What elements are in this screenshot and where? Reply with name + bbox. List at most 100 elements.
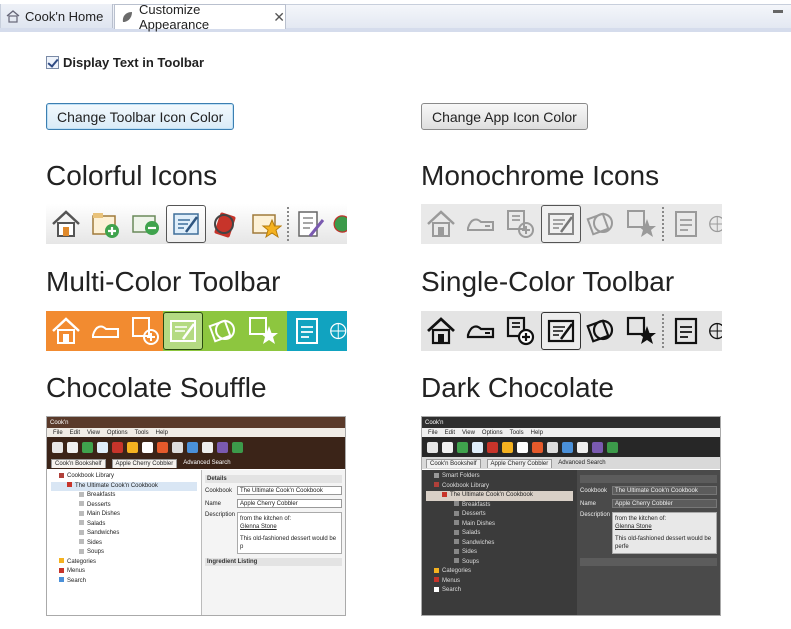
favorites-icon — [246, 205, 286, 243]
shopping-list-icon — [666, 312, 706, 350]
shopping-list-icon — [666, 205, 706, 243]
cook-n-leaf-icon — [120, 10, 134, 24]
preview-toolbar-icon — [112, 441, 123, 453]
preview-tab-row: Cook'n Bookshelf Apple Cherry Cobbler Ad… — [422, 457, 720, 469]
chocolate-souffle-preview[interactable]: Cook'n File Edit View Options Tools Help… — [46, 416, 346, 616]
cookbook-icon — [581, 205, 621, 243]
preview-tree-item: Salads — [51, 520, 197, 530]
cookbook-icon — [203, 312, 243, 350]
preview-menu-item: Options — [481, 429, 503, 436]
heading-monochrome-icons: Monochrome Icons — [421, 160, 660, 191]
preview-menu-item: Help — [530, 429, 543, 436]
add-folder-icon — [86, 205, 126, 243]
preview-tree-item: Cookbook Library — [426, 482, 573, 492]
add-recipe-icon — [126, 312, 166, 350]
preview-tree-item: Main Dishes — [426, 520, 573, 530]
preview-toolbar-icon — [547, 441, 558, 453]
edit-recipe-icon — [163, 312, 203, 350]
edit-list-icon — [291, 205, 331, 243]
preview-details-pane: Details Cookbook The Ultimate Cook'n Coo… — [202, 470, 345, 615]
toolbar-separator — [662, 207, 665, 241]
tab-customize-appearance[interactable]: Customize Appearance ✕ — [114, 2, 286, 32]
edit-recipe-icon — [166, 205, 206, 243]
heading-colorful-icons: Colorful Icons — [46, 160, 218, 191]
toolbar-segment-teal — [287, 311, 347, 351]
colorful-icons-option[interactable] — [46, 204, 347, 244]
preview-field-row: Cookbook The Ultimate Cook'n Cookbook — [205, 486, 342, 495]
add-recipe-icon — [501, 205, 541, 243]
preview-toolbar — [422, 437, 720, 457]
preview-tree-item: Soups — [426, 558, 573, 568]
change-app-icon-color-button[interactable]: Change App Icon Color — [421, 103, 588, 130]
preview-details-header — [580, 475, 717, 483]
display-text-option[interactable]: Display Text in Toolbar — [46, 55, 204, 70]
preview-toolbar-icon — [577, 441, 588, 453]
add-recipe-icon — [501, 312, 541, 350]
preview-toolbar-icon — [97, 441, 108, 453]
preview-menu-item: Edit — [444, 429, 456, 436]
preview-tree-item: Categories — [51, 558, 197, 568]
preview-toolbar-icon — [202, 441, 213, 453]
minimize-icon[interactable] — [773, 10, 783, 13]
edit-recipe-icon — [541, 205, 581, 243]
preview-toolbar-icon — [472, 441, 483, 453]
preview-toolbar-icon — [67, 441, 78, 453]
preview-tab: Apple Cherry Cobbler — [111, 458, 178, 468]
dark-chocolate-preview[interactable]: Cook'n File Edit View Options Tools Help… — [421, 416, 721, 616]
preview-menu-item: Help — [155, 429, 168, 436]
preview-ingredient-header: Ingredient Listing — [205, 558, 342, 566]
preview-tree: Smart Folders Cookbook Library The Ultim… — [422, 470, 577, 615]
globe-icon — [331, 205, 347, 243]
preview-tab: Cook'n Bookshelf — [51, 458, 106, 468]
preview-menu-item: Edit — [69, 429, 81, 436]
preview-toolbar — [47, 437, 345, 457]
preview-tree-item: Search — [51, 577, 197, 587]
display-text-label: Display Text in Toolbar — [63, 55, 205, 70]
preview-tree-item: Menus — [426, 577, 573, 587]
preview-tree-item: Sandwiches — [51, 529, 197, 539]
tab-bar: Cook'n Home Customize Appearance ✕ — [0, 0, 791, 32]
preview-section-header — [580, 558, 717, 566]
preview-tree-item: Sandwiches — [426, 539, 573, 549]
toolbar-separator — [662, 314, 665, 348]
preview-tab: Advanced Search — [558, 460, 606, 466]
preview-title-bar: Cook'n — [422, 417, 720, 428]
heading-chocolate-souffle: Chocolate Souffle — [46, 372, 267, 403]
heading-dark-chocolate: Dark Chocolate — [421, 372, 614, 403]
preview-tree: Cookbook Library The Ultimate Cook'n Coo… — [47, 470, 202, 615]
tab-cookn-home[interactable]: Cook'n Home — [0, 4, 113, 28]
preview-tab: Cook'n Bookshelf — [426, 458, 481, 468]
preview-menu-bar: File Edit View Options Tools Help — [422, 428, 720, 437]
new-folder-icon — [126, 205, 166, 243]
preview-tree-item: Sides — [426, 548, 573, 558]
favorites-icon — [243, 312, 283, 350]
preview-toolbar-icon — [562, 441, 573, 453]
preview-toolbar-icon — [502, 441, 513, 453]
monochrome-icons-option[interactable] — [421, 204, 722, 244]
preview-toolbar-icon — [52, 441, 63, 453]
favorites-icon — [621, 205, 661, 243]
home-icon — [6, 9, 20, 23]
preview-field-row: Description from the kitchen of: Glenna … — [205, 512, 342, 554]
preview-toolbar-icon — [172, 441, 183, 453]
preview-tree-item: Soups — [51, 548, 197, 558]
preview-tab: Advanced Search — [183, 460, 231, 466]
preview-toolbar-icon — [592, 441, 603, 453]
multi-color-toolbar-option[interactable] — [46, 311, 347, 351]
preview-details-header: Details — [205, 475, 342, 483]
preview-title: Cook'n — [50, 419, 69, 426]
single-color-toolbar-option[interactable] — [421, 311, 722, 351]
preview-menu-item: File — [53, 429, 63, 436]
preview-body: Cookbook Library The Ultimate Cook'n Coo… — [47, 470, 345, 615]
preview-menu-item: Options — [106, 429, 128, 436]
preview-field-row: Name Apple Cherry Cobbler — [205, 499, 342, 508]
preview-toolbar-icon — [187, 441, 198, 453]
display-text-checkbox[interactable] — [46, 56, 59, 69]
cookbook-icon — [581, 312, 621, 350]
close-icon[interactable]: ✕ — [273, 9, 285, 26]
change-toolbar-icon-color-button[interactable]: Change Toolbar Icon Color — [46, 103, 235, 130]
preview-tree-item: Sides — [51, 539, 197, 549]
preview-menu-bar: File Edit View Options Tools Help — [47, 428, 345, 437]
preview-tree-item: Desserts — [426, 510, 573, 520]
preview-tree-item: Menus — [51, 567, 197, 577]
